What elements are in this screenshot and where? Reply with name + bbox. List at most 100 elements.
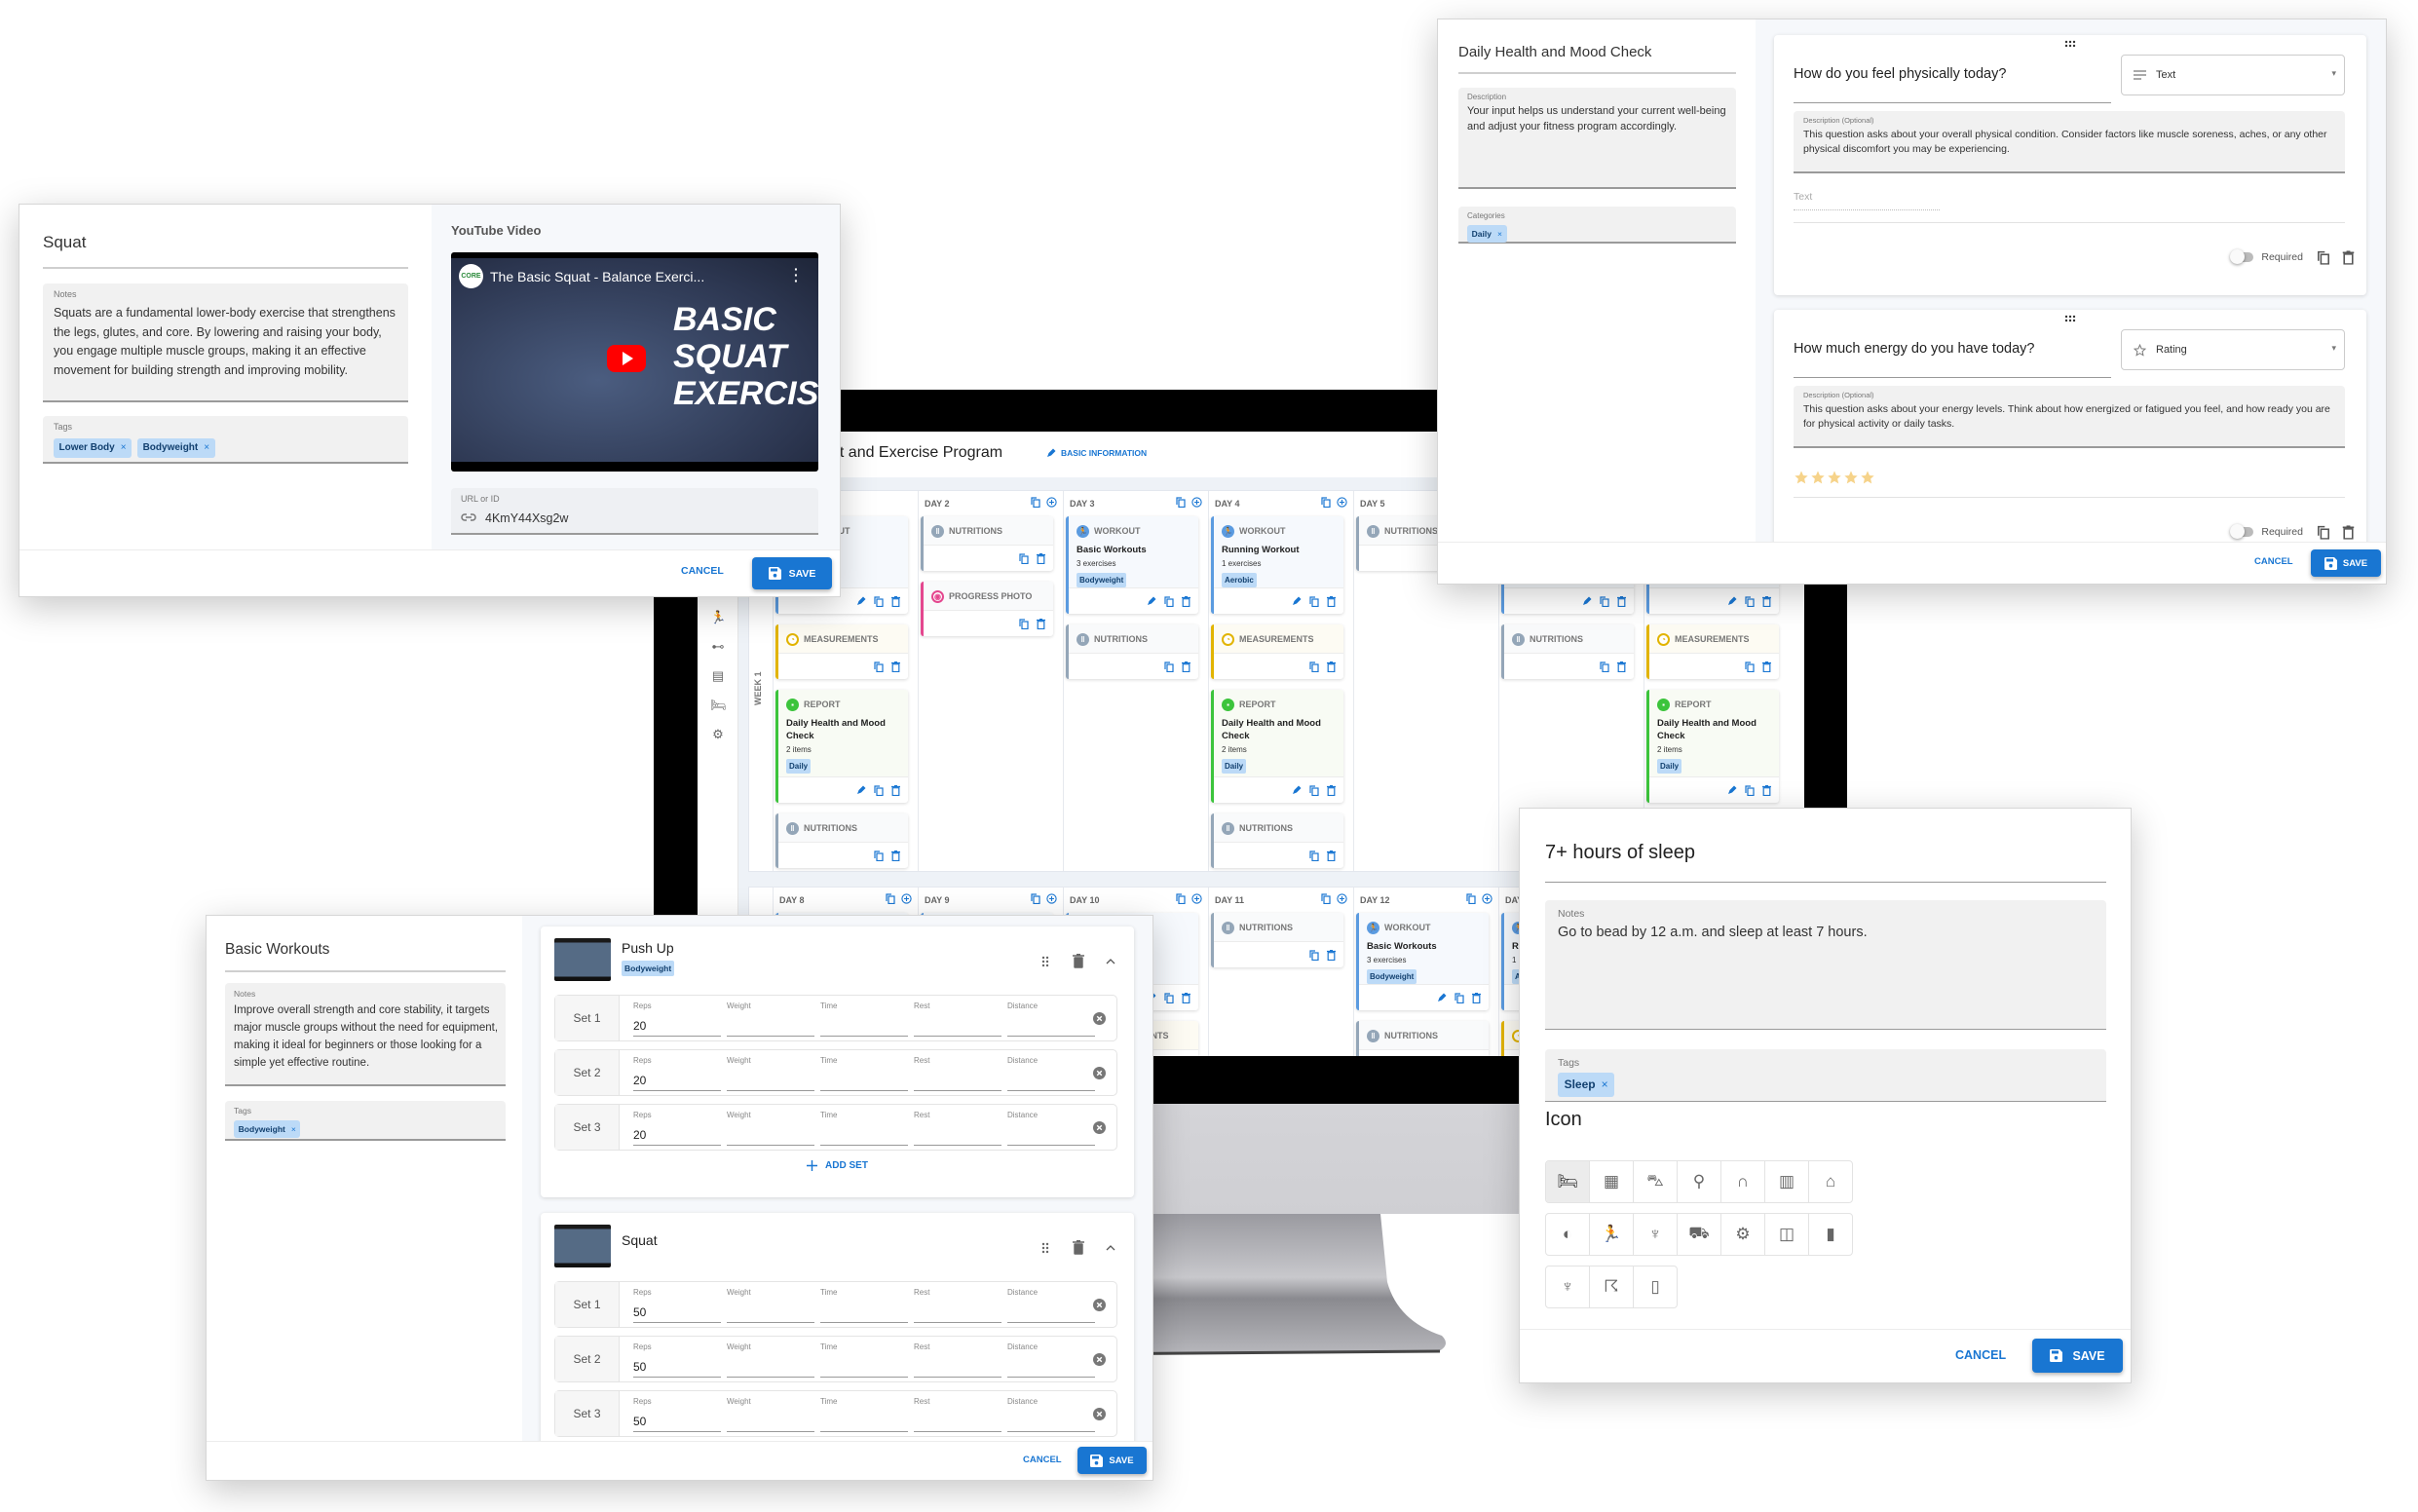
set-field-time[interactable]: Time <box>820 1342 908 1378</box>
edit-icon[interactable] <box>1727 785 1737 795</box>
copy-icon[interactable] <box>1309 784 1319 796</box>
copy-icon[interactable] <box>1309 595 1319 607</box>
collapse-icon[interactable] <box>1106 958 1115 964</box>
remove-tag-icon[interactable]: × <box>291 1124 296 1134</box>
edit-icon[interactable] <box>1292 785 1302 795</box>
remove-tag-icon[interactable]: × <box>121 442 127 453</box>
collapse-icon[interactable] <box>1106 1244 1115 1251</box>
tags-field[interactable]: Tags Bodyweight × <box>225 1101 506 1141</box>
drag-handle-icon[interactable] <box>1041 956 1049 967</box>
remove-set-icon[interactable] <box>1093 1121 1106 1134</box>
delete-icon[interactable] <box>1327 850 1336 861</box>
toilet-icon[interactable]: ◫ <box>1765 1214 1809 1255</box>
delete-icon[interactable] <box>891 661 900 672</box>
question-type-select[interactable]: Text ▾ <box>2121 55 2345 95</box>
calendar-item-nutrition[interactable]: ǁ NUTRITIONS <box>1211 913 1343 967</box>
calendar-item-nutrition[interactable]: ǁ NUTRITIONS <box>1211 813 1343 868</box>
restaurant-icon[interactable]: ♆ <box>1546 1266 1590 1307</box>
remove-set-icon[interactable] <box>1093 1299 1106 1311</box>
habit-title[interactable]: 7+ hours of sleep <box>1545 842 1695 864</box>
set-field-reps[interactable]: Reps 20 <box>633 1056 721 1091</box>
home-icon[interactable]: ⌂ <box>1809 1161 1852 1202</box>
copy-day-icon[interactable] <box>1466 893 1476 904</box>
copy-icon[interactable] <box>1164 661 1174 672</box>
delete-exercise-icon[interactable] <box>1073 954 1084 968</box>
calendar-item-report[interactable]: ▪ REPORT Daily Health and Mood Check 2 item… <box>775 690 908 803</box>
cart-icon[interactable]: ⛟ <box>1678 1214 1721 1255</box>
set-field-reps[interactable]: Reps 20 <box>633 1111 721 1146</box>
delete-icon[interactable] <box>1327 661 1336 672</box>
copy-day-icon[interactable] <box>1176 893 1186 904</box>
set-field-weight[interactable]: Weight <box>727 1342 814 1378</box>
set-field-weight[interactable]: Weight <box>727 1002 814 1037</box>
basic-information-button[interactable]: BASIC INFORMATION <box>1046 448 1147 458</box>
calendar-item-nutrition[interactable]: ǁ NUTRITIONS <box>775 813 908 868</box>
duplicate-question-icon[interactable] <box>2318 250 2330 265</box>
copy-day-icon[interactable] <box>1321 893 1331 904</box>
copy-icon[interactable] <box>1600 595 1609 607</box>
edit-icon[interactable] <box>1582 596 1592 606</box>
edit-icon[interactable] <box>1437 993 1447 1002</box>
copy-icon[interactable] <box>1309 661 1319 672</box>
edit-icon[interactable] <box>856 785 866 795</box>
set-field-weight[interactable]: Weight <box>727 1056 814 1091</box>
copy-icon[interactable] <box>1309 850 1319 861</box>
delete-icon[interactable] <box>1762 661 1771 672</box>
calendar-item-report[interactable]: ▪ REPORT Daily Health and Mood Check 2 item… <box>1211 690 1343 803</box>
delete-icon[interactable] <box>1182 992 1190 1003</box>
headphones-icon[interactable]: ∩ <box>1721 1161 1765 1202</box>
bed-icon[interactable]: 🛏 <box>1546 1161 1590 1202</box>
delete-icon[interactable] <box>1037 618 1045 629</box>
question-description-field[interactable]: Description (Optional) This question asks… <box>1794 111 2345 173</box>
add-item-icon[interactable] <box>901 893 912 904</box>
copy-icon[interactable] <box>874 661 884 672</box>
calendar-item-measurement[interactable]: ◔ MEASUREMENTS <box>1646 624 1779 679</box>
remove-set-icon[interactable] <box>1093 1012 1106 1025</box>
calendar-item-workout[interactable]: 🏃 WORKOUT Basic Workouts 3 exercises Bodywei… <box>1066 516 1198 614</box>
remove-set-icon[interactable] <box>1093 1408 1106 1420</box>
save-button[interactable]: SAVE <box>2032 1339 2123 1373</box>
tag-chip[interactable]: Sleep × <box>1558 1073 1615 1097</box>
add-item-icon[interactable] <box>1337 893 1347 904</box>
edit-icon[interactable] <box>1292 596 1302 606</box>
set-field-distance[interactable]: Distance <box>1007 1288 1095 1323</box>
remove-set-icon[interactable] <box>1093 1067 1106 1079</box>
copy-day-icon[interactable] <box>886 893 895 904</box>
copy-day-icon[interactable] <box>1321 497 1331 508</box>
calendar-item-measurement[interactable]: ◔ MEASUREMENTS <box>775 624 908 679</box>
copy-day-icon[interactable] <box>1176 497 1186 508</box>
set-field-time[interactable]: Time <box>820 1397 908 1432</box>
gear-icon[interactable]: ⚙ <box>1721 1214 1765 1255</box>
youtube-play-button[interactable] <box>607 345 646 372</box>
copy-icon[interactable] <box>874 595 884 607</box>
delete-exercise-icon[interactable] <box>1073 1240 1084 1255</box>
description-field[interactable]: Description Your input helps us understa… <box>1458 88 1736 189</box>
question-title[interactable]: How much energy do you have today? <box>1794 341 2111 378</box>
delete-icon[interactable] <box>1182 595 1190 607</box>
delete-icon[interactable] <box>1762 595 1771 607</box>
calendar-icon[interactable]: ▦ <box>1590 1161 1634 1202</box>
set-field-rest[interactable]: Rest <box>914 1111 1001 1146</box>
categories-field[interactable]: Categories Daily × <box>1458 207 1736 244</box>
set-field-weight[interactable]: Weight <box>727 1397 814 1432</box>
car-icon[interactable]: ⛍ <box>1634 1161 1678 1202</box>
copy-icon[interactable] <box>1600 661 1609 672</box>
delete-question-icon[interactable] <box>2342 524 2355 540</box>
save-button[interactable]: SAVE <box>752 557 832 589</box>
trash-icon[interactable]: ▮ <box>1809 1214 1852 1255</box>
remove-set-icon[interactable] <box>1093 1353 1106 1366</box>
notes-field[interactable]: Notes Improve overall strength and core … <box>225 983 506 1086</box>
copy-icon[interactable] <box>1164 595 1174 607</box>
calendar-item-measurement[interactable]: ◔ MEASUREMENTS <box>1211 624 1343 679</box>
calendar-item-nutrition[interactable]: ǁ NUTRITIONS <box>1501 624 1634 679</box>
remove-tag-icon[interactable]: × <box>204 442 209 453</box>
add-item-icon[interactable] <box>1191 893 1202 904</box>
add-item-icon[interactable] <box>1191 497 1202 508</box>
set-field-rest[interactable]: Rest <box>914 1288 1001 1323</box>
report-title[interactable]: Daily Health and Mood Check <box>1458 44 1651 60</box>
more-options-icon[interactable]: · · · <box>794 262 799 287</box>
copy-icon[interactable] <box>1309 949 1319 961</box>
set-field-rest[interactable]: Rest <box>914 1056 1001 1091</box>
copy-icon[interactable] <box>1745 784 1755 796</box>
set-field-time[interactable]: Time <box>820 1002 908 1037</box>
